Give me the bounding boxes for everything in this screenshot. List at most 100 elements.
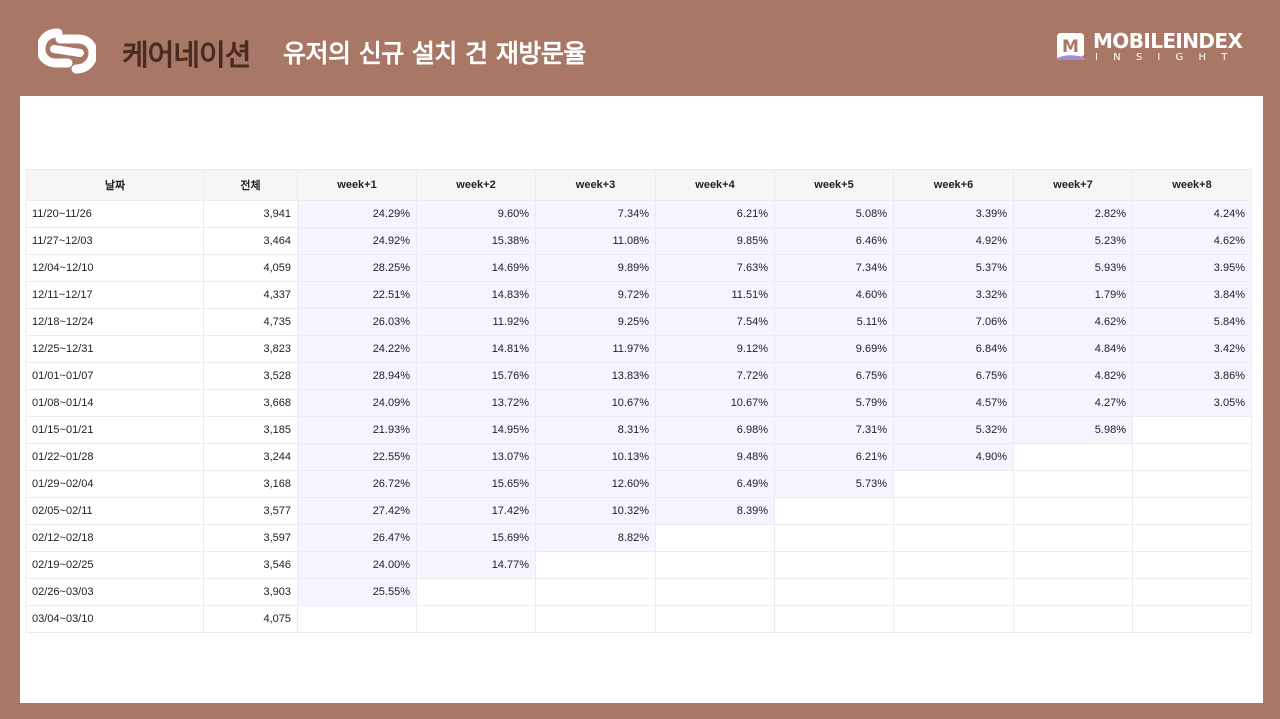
- date-cell: 01/15~01/21: [26, 416, 204, 444]
- retention-cell: 9.48%: [655, 443, 775, 471]
- empty-cell: [1013, 524, 1133, 552]
- empty-cell: [1132, 578, 1252, 606]
- empty-cell: [1013, 497, 1133, 525]
- empty-cell: [535, 578, 656, 606]
- table-row: 02/26~03/03 3,903 25.55%: [26, 578, 1252, 606]
- column-header: week+2: [416, 169, 536, 201]
- retention-cell: 14.83%: [416, 281, 536, 309]
- retention-cell: 4.57%: [893, 389, 1014, 417]
- retention-cell: 14.69%: [416, 254, 536, 282]
- retention-cell: 4.24%: [1132, 200, 1252, 228]
- retention-cell: 15.65%: [416, 470, 536, 498]
- retention-cell: 4.92%: [893, 227, 1014, 255]
- empty-cell: [297, 605, 417, 633]
- retention-cell: 27.42%: [297, 497, 417, 525]
- table-row: 02/19~02/25 3,546 24.00% 14.77%: [26, 551, 1252, 579]
- empty-cell: [535, 605, 656, 633]
- empty-cell: [416, 578, 536, 606]
- empty-cell: [1013, 578, 1133, 606]
- retention-cell: 10.67%: [655, 389, 775, 417]
- mobileindex-badge-icon: M: [1057, 33, 1084, 60]
- retention-cell: 22.55%: [297, 443, 417, 471]
- date-cell: 01/22~01/28: [26, 443, 204, 471]
- date-cell: 02/26~03/03: [26, 578, 204, 606]
- retention-cell: 7.54%: [655, 308, 775, 336]
- retention-cell: 5.79%: [774, 389, 894, 417]
- retention-cell: 5.11%: [774, 308, 894, 336]
- retention-cell: 15.38%: [416, 227, 536, 255]
- retention-cell: 21.93%: [297, 416, 417, 444]
- retention-cell: 15.69%: [416, 524, 536, 552]
- retention-cell: 24.92%: [297, 227, 417, 255]
- retention-cell: 4.60%: [774, 281, 894, 309]
- table-row: 11/20~11/26 3,941 24.29% 9.60% 7.34% 6.21% 5.0…: [26, 200, 1252, 228]
- table-row: 01/15~01/21 3,185 21.93% 14.95% 8.31% 6.98% 7.…: [26, 416, 1252, 444]
- date-cell: 12/04~12/10: [26, 254, 204, 282]
- retention-cell: 6.46%: [774, 227, 894, 255]
- retention-cell: 6.98%: [655, 416, 775, 444]
- retention-cell: 22.51%: [297, 281, 417, 309]
- total-cell: 4,075: [203, 605, 298, 633]
- retention-cell: 3.39%: [893, 200, 1014, 228]
- retention-cell: 8.82%: [535, 524, 656, 552]
- date-cell: 12/11~12/17: [26, 281, 204, 309]
- retention-cell: 3.32%: [893, 281, 1014, 309]
- empty-cell: [1013, 470, 1133, 498]
- empty-cell: [774, 551, 894, 579]
- empty-cell: [1132, 497, 1252, 525]
- table-row: 02/05~02/11 3,577 27.42% 17.42% 10.32% 8.39%: [26, 497, 1252, 525]
- date-cell: 11/20~11/26: [26, 200, 204, 228]
- empty-cell: [1013, 605, 1133, 633]
- retention-cell: 9.85%: [655, 227, 775, 255]
- retention-cell: 4.84%: [1013, 335, 1133, 363]
- retention-cell: 12.60%: [535, 470, 656, 498]
- retention-table: 날짜 전체 week+1 week+2 week+3 week+4 week+5 week+6…: [26, 169, 1252, 633]
- retention-cell: 11.92%: [416, 308, 536, 336]
- column-header: week+4: [655, 169, 775, 201]
- retention-cell: 9.72%: [535, 281, 656, 309]
- retention-cell: 3.05%: [1132, 389, 1252, 417]
- date-cell: 11/27~12/03: [26, 227, 204, 255]
- total-cell: 3,941: [203, 200, 298, 228]
- retention-cell: 3.84%: [1132, 281, 1252, 309]
- table-row: 01/29~02/04 3,168 26.72% 15.65% 12.60% 6.49% 5…: [26, 470, 1252, 498]
- column-header: 전체: [203, 169, 298, 201]
- retention-cell: 24.22%: [297, 335, 417, 363]
- retention-cell: 3.95%: [1132, 254, 1252, 282]
- total-cell: 3,577: [203, 497, 298, 525]
- table-row: 12/11~12/17 4,337 22.51% 14.83% 9.72% 11.51% 4…: [26, 281, 1252, 309]
- retention-cell: 10.13%: [535, 443, 656, 471]
- retention-cell: 14.95%: [416, 416, 536, 444]
- total-cell: 4,337: [203, 281, 298, 309]
- empty-cell: [1132, 470, 1252, 498]
- empty-cell: [655, 605, 775, 633]
- content-panel: 날짜 전체 week+1 week+2 week+3 week+4 week+5 week+6…: [20, 96, 1263, 703]
- retention-cell: 28.25%: [297, 254, 417, 282]
- brand-name: MOBILEINDEX: [1093, 29, 1243, 53]
- empty-cell: [655, 524, 775, 552]
- retention-cell: 15.76%: [416, 362, 536, 390]
- retention-cell: 2.82%: [1013, 200, 1133, 228]
- table-row: 02/12~02/18 3,597 26.47% 15.69% 8.82%: [26, 524, 1252, 552]
- retention-cell: 11.51%: [655, 281, 775, 309]
- empty-cell: [1132, 443, 1252, 471]
- page-title: 유저의 신규 설치 건 재방문율: [283, 39, 586, 68]
- retention-cell: 5.08%: [774, 200, 894, 228]
- retention-cell: 17.42%: [416, 497, 536, 525]
- table-row: 12/18~12/24 4,735 26.03% 11.92% 9.25% 7.54% 5.…: [26, 308, 1252, 336]
- retention-cell: 9.12%: [655, 335, 775, 363]
- retention-cell: 26.47%: [297, 524, 417, 552]
- column-header: week+5: [774, 169, 894, 201]
- total-cell: 3,464: [203, 227, 298, 255]
- retention-cell: 7.06%: [893, 308, 1014, 336]
- retention-cell: 7.63%: [655, 254, 775, 282]
- retention-cell: 6.75%: [774, 362, 894, 390]
- retention-cell: 1.79%: [1013, 281, 1133, 309]
- retention-cell: 9.69%: [774, 335, 894, 363]
- retention-cell: 13.07%: [416, 443, 536, 471]
- table-row: 01/08~01/14 3,668 24.09% 13.72% 10.67% 10.67%…: [26, 389, 1252, 417]
- column-header: 날짜: [26, 169, 204, 201]
- date-cell: 01/29~02/04: [26, 470, 204, 498]
- retention-cell: 3.42%: [1132, 335, 1252, 363]
- date-cell: 12/18~12/24: [26, 308, 204, 336]
